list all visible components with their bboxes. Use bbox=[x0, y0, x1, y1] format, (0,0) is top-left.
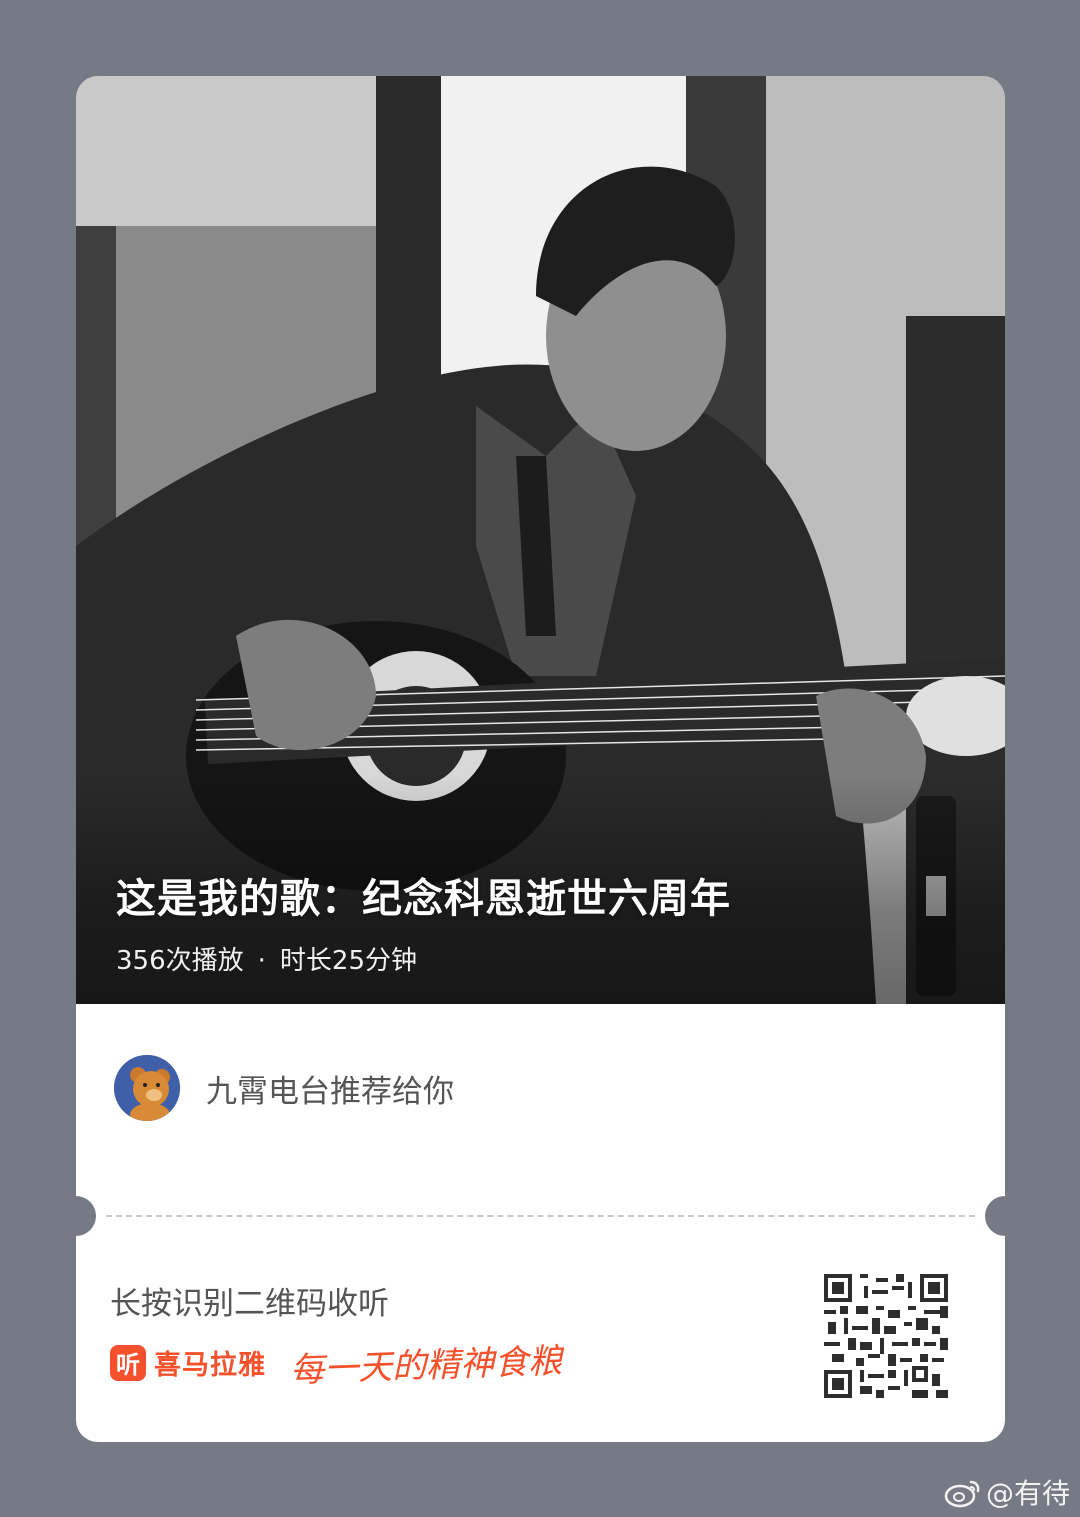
weibo-icon bbox=[944, 1480, 980, 1508]
brand-name: 喜马拉雅 bbox=[154, 1350, 266, 1381]
play-count: 356次播放 bbox=[116, 946, 244, 976]
ximalaya-logo-icon: 听 bbox=[110, 1344, 146, 1381]
qr-code[interactable] bbox=[824, 1274, 948, 1398]
share-card: 这是我的歌：纪念科恩逝世六周年 356次播放 · 时长25分钟 九霄电台推荐给你 长… bbox=[76, 76, 1005, 1442]
watermark-text: @有待 bbox=[985, 1477, 1070, 1510]
weibo-watermark: @有待 bbox=[944, 1472, 1070, 1512]
duration: 时长25分钟 bbox=[279, 946, 417, 976]
episode-meta: 356次播放 · 时长25分钟 bbox=[116, 940, 417, 977]
teddy-bear-icon bbox=[114, 1055, 180, 1121]
brand-row: 听 喜马拉雅 每一天的精神食粮 bbox=[110, 1338, 563, 1391]
scan-hint: 长按识别二维码收听 bbox=[110, 1286, 389, 1322]
episode-title: 这是我的歌：纪念科恩逝世六周年 bbox=[116, 876, 731, 922]
dashed-divider bbox=[106, 1215, 975, 1217]
meta-separator: · bbox=[257, 946, 266, 976]
ticket-notch-left bbox=[76, 1196, 96, 1236]
avatar bbox=[114, 1055, 180, 1121]
brand-slogan: 每一天的精神食粮 bbox=[289, 1341, 563, 1391]
ticket-notch-right bbox=[985, 1196, 1005, 1236]
recommender-row: 九霄电台推荐给你 bbox=[114, 1054, 454, 1122]
cover-image: 这是我的歌：纪念科恩逝世六周年 356次播放 · 时长25分钟 bbox=[76, 76, 1005, 1004]
recommender-text: 九霄电台推荐给你 bbox=[206, 1073, 454, 1110]
